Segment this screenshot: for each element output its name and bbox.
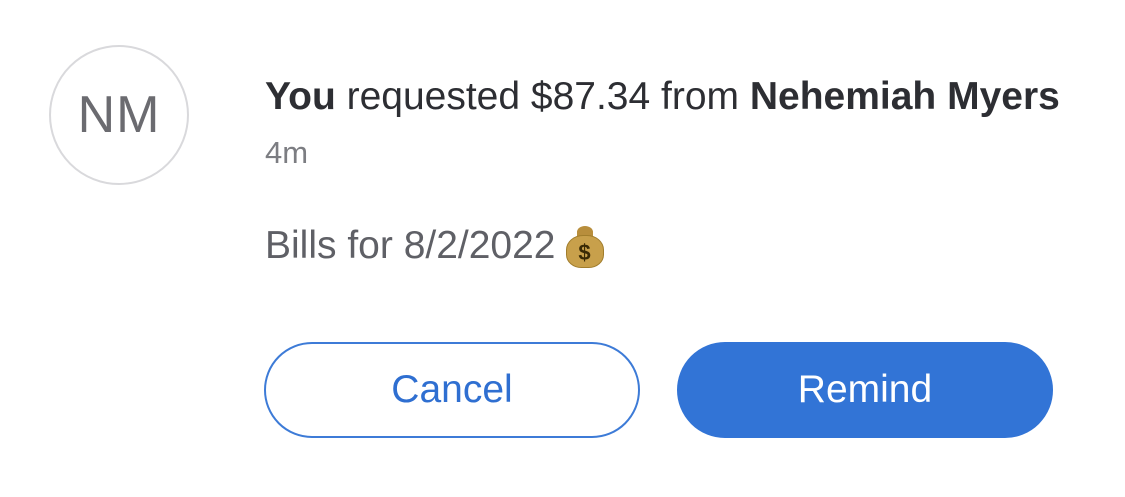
request-text: requested $87.34 from bbox=[335, 75, 750, 118]
timestamp: 4m bbox=[265, 135, 309, 170]
note-text: Bills for 8/2/2022 bbox=[265, 224, 556, 267]
actor-name: You bbox=[265, 75, 336, 118]
avatar[interactable]: NM bbox=[49, 45, 189, 185]
avatar-initials: NM bbox=[77, 86, 161, 144]
action-buttons: Cancel Remind bbox=[264, 342, 1053, 438]
cancel-button[interactable]: Cancel bbox=[264, 342, 640, 438]
request-note: Bills for 8/2/2022 $ bbox=[265, 222, 1065, 270]
remind-button[interactable]: Remind bbox=[677, 342, 1053, 438]
money-bag-icon: $ bbox=[565, 224, 604, 268]
request-headline: You requested $87.34 from Nehemiah Myers bbox=[265, 70, 1065, 123]
payment-request-card: NM You requested $87.34 from Nehemiah My… bbox=[0, 0, 1125, 497]
recipient-name[interactable]: Nehemiah Myers bbox=[750, 75, 1060, 118]
request-content: You requested $87.34 from Nehemiah Myers… bbox=[265, 70, 1065, 270]
